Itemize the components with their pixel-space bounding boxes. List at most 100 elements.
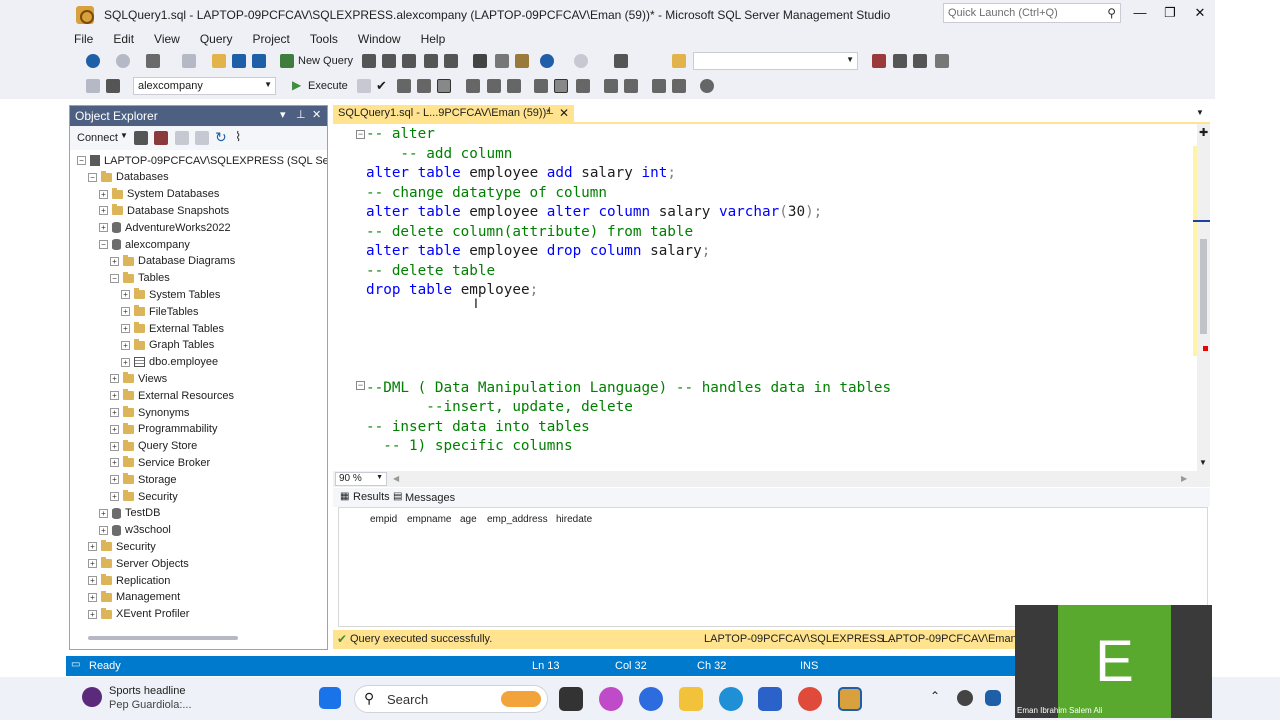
wrench-icon[interactable] bbox=[893, 54, 907, 68]
expand-icon[interactable]: + bbox=[121, 324, 130, 333]
tree-node[interactable]: + FileTables bbox=[121, 303, 199, 320]
code-line[interactable]: alter table employee drop column salary; bbox=[366, 242, 710, 261]
find-icon[interactable] bbox=[672, 54, 686, 68]
expand-icon[interactable]: + bbox=[110, 475, 119, 485]
query-dax-icon[interactable] bbox=[444, 54, 458, 68]
code-line[interactable]: alter table employee alter column salary… bbox=[366, 203, 822, 222]
tree-node[interactable]: + System Databases bbox=[99, 186, 219, 203]
panel-menu-icon[interactable]: ▾ bbox=[280, 108, 286, 121]
scroll-right-icon[interactable]: ▶ bbox=[1181, 474, 1187, 483]
parse-check-icon[interactable]: ✔ bbox=[376, 78, 387, 94]
tree-node[interactable]: + Synonyms bbox=[110, 404, 189, 421]
back-icon[interactable] bbox=[86, 54, 100, 68]
add-item-icon[interactable] bbox=[182, 54, 196, 68]
tab-pin-icon[interactable]: ⊥ bbox=[545, 106, 554, 117]
news-title[interactable]: Sports headline bbox=[109, 685, 185, 697]
tree-node[interactable]: + Security bbox=[110, 488, 178, 505]
tree-node[interactable]: + Graph Tables bbox=[121, 337, 214, 354]
tree-node[interactable]: + Programmability bbox=[110, 421, 217, 438]
code-line[interactable]: -- delete table bbox=[366, 262, 495, 281]
include-plan-icon[interactable] bbox=[466, 79, 480, 93]
menu-view[interactable]: View bbox=[154, 32, 180, 46]
expand-icon[interactable]: + bbox=[88, 592, 97, 602]
specify-values-icon[interactable] bbox=[700, 79, 714, 93]
store-icon[interactable] bbox=[758, 687, 782, 711]
execute-button[interactable]: Execute bbox=[308, 80, 348, 92]
forward-icon[interactable] bbox=[116, 54, 130, 68]
connect-button[interactable]: Connect bbox=[77, 132, 118, 144]
activity-icon[interactable]: ⌇ bbox=[235, 129, 241, 145]
expand-icon[interactable]: + bbox=[110, 408, 119, 417]
tree-node[interactable]: + Database Snapshots bbox=[99, 202, 229, 219]
tree-node[interactable]: + System Tables bbox=[121, 286, 220, 303]
tree-node[interactable]: + Server Objects bbox=[88, 555, 189, 572]
expand-icon[interactable]: + bbox=[110, 458, 119, 468]
new-query-icon[interactable] bbox=[280, 54, 294, 68]
results-file-icon[interactable] bbox=[576, 79, 590, 93]
intellisense-icon[interactable] bbox=[437, 79, 451, 93]
execute-play-icon[interactable]: ▶ bbox=[292, 78, 301, 92]
tab-results[interactable]: Results bbox=[353, 491, 390, 503]
paste-icon[interactable] bbox=[515, 54, 529, 68]
menu-edit[interactable]: Edit bbox=[113, 32, 134, 46]
sql-editor[interactable]: − − -- alter -- add column alter table em… bbox=[333, 124, 1210, 471]
copy-icon[interactable] bbox=[495, 54, 509, 68]
tab-sqlquery1[interactable]: SQLQuery1.sql - L...9PCFCAV\Eman (59))* … bbox=[333, 105, 574, 123]
display-plan-icon[interactable] bbox=[397, 79, 411, 93]
stop-icon[interactable] bbox=[175, 131, 189, 145]
column-header[interactable]: empid bbox=[370, 514, 397, 525]
expand-icon[interactable]: + bbox=[121, 290, 130, 300]
column-header[interactable]: hiredate bbox=[556, 514, 592, 525]
tree-node[interactable]: + External Tables bbox=[121, 320, 224, 337]
windows-start-icon[interactable] bbox=[319, 687, 341, 709]
copilot-icon[interactable] bbox=[599, 687, 623, 711]
code-line[interactable]: --DML ( Data Manipulation Language) -- h… bbox=[366, 379, 891, 398]
edge-icon[interactable] bbox=[719, 687, 743, 711]
cut-icon[interactable] bbox=[473, 54, 487, 68]
tree-node[interactable]: − Tables bbox=[110, 270, 170, 287]
new-query-button[interactable]: New Query bbox=[298, 55, 353, 67]
tree-node[interactable]: + Security bbox=[88, 538, 156, 555]
query-dmx-icon[interactable] bbox=[402, 54, 416, 68]
toolbox-icon[interactable] bbox=[913, 54, 927, 68]
expand-icon[interactable]: + bbox=[110, 424, 119, 434]
column-header[interactable]: emp_address bbox=[487, 514, 548, 525]
query-options-icon[interactable] bbox=[417, 79, 431, 93]
vertical-scroll-thumb[interactable] bbox=[1200, 239, 1207, 334]
restore-icon[interactable]: ❐ bbox=[1155, 0, 1185, 28]
tree-node[interactable]: + Service Broker bbox=[110, 454, 210, 471]
zoom-icon[interactable] bbox=[639, 687, 663, 711]
expand-icon[interactable]: + bbox=[110, 492, 119, 501]
code-line[interactable]: --insert, update, delete bbox=[366, 398, 633, 417]
outdent-icon[interactable] bbox=[652, 79, 666, 93]
code-line[interactable]: -- change datatype of column bbox=[366, 184, 607, 203]
cancel-query-icon[interactable] bbox=[357, 79, 371, 93]
network-icon[interactable] bbox=[985, 690, 1001, 706]
query-mdx-icon[interactable] bbox=[382, 54, 396, 68]
expand-icon[interactable]: + bbox=[99, 525, 108, 535]
scroll-left-icon[interactable]: ◀ bbox=[393, 474, 399, 483]
collapse-icon[interactable]: − bbox=[99, 240, 108, 249]
tree-node[interactable]: + TestDB bbox=[99, 505, 160, 522]
results-text-icon[interactable] bbox=[534, 79, 548, 93]
quick-launch-input[interactable]: Quick Launch (Ctrl+Q) ⚲ bbox=[943, 3, 1121, 23]
indent-icon[interactable] bbox=[672, 79, 686, 93]
connect-server-icon[interactable] bbox=[134, 131, 148, 145]
tree-node[interactable]: − LAPTOP-09PCFCAV\SQLEXPRESS (SQL Server … bbox=[77, 152, 327, 169]
client-stats-icon[interactable] bbox=[507, 79, 521, 93]
tree-node[interactable]: + w3school bbox=[99, 522, 171, 539]
connect-dropdown-icon[interactable]: ▼ bbox=[120, 131, 128, 140]
expand-icon[interactable]: + bbox=[99, 223, 108, 233]
news-subtitle[interactable]: Pep Guardiola:... bbox=[109, 699, 192, 711]
tab-close-icon[interactable]: ✕ bbox=[559, 106, 569, 120]
expand-icon[interactable]: + bbox=[121, 307, 130, 317]
menu-file[interactable]: File bbox=[74, 32, 93, 46]
column-header[interactable]: empname bbox=[407, 514, 451, 525]
collapse-icon[interactable]: − bbox=[356, 381, 365, 390]
code-line[interactable]: -- insert data into tables bbox=[366, 418, 590, 437]
tree-node[interactable]: − Databases bbox=[88, 169, 169, 186]
window-layout-icon[interactable] bbox=[935, 54, 949, 68]
expand-icon[interactable]: + bbox=[88, 542, 97, 552]
activity-monitor-icon[interactable] bbox=[614, 54, 628, 68]
menu-window[interactable]: Window bbox=[358, 32, 401, 46]
